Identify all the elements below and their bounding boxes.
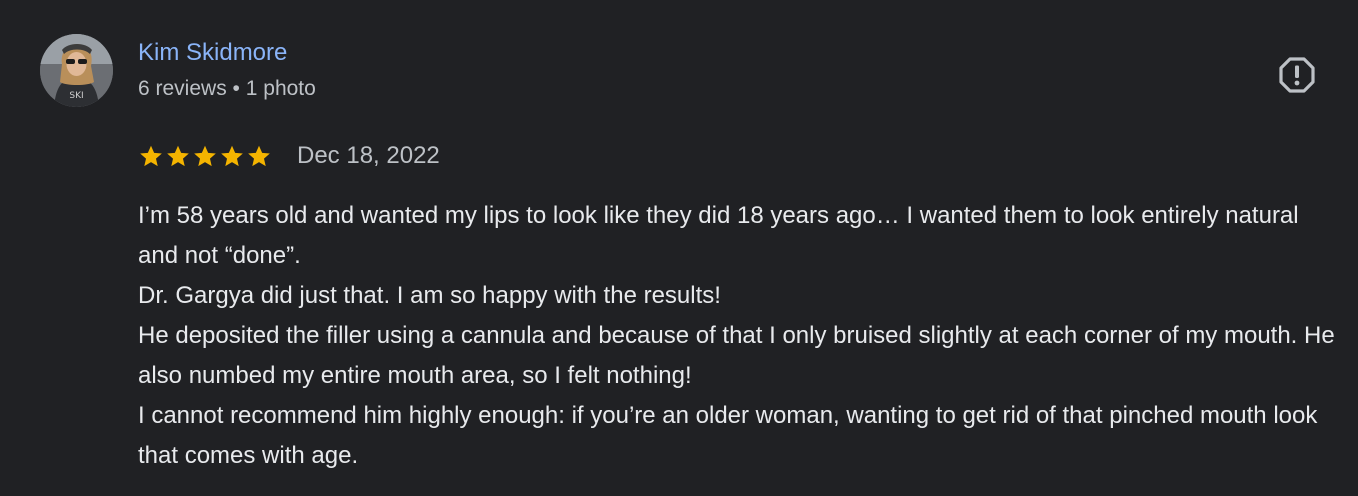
report-icon xyxy=(1279,57,1315,93)
author-name-link[interactable]: Kim Skidmore xyxy=(138,38,287,68)
star-rating xyxy=(138,143,273,169)
author-avatar[interactable]: SKI xyxy=(40,34,113,107)
review-paragraph: Dr. Gargya did just that. I am so happy … xyxy=(138,282,721,309)
star-icon xyxy=(194,145,216,167)
rating-row: Dec 18, 2022 xyxy=(138,140,440,172)
meta-separator: • xyxy=(232,77,240,100)
report-review-button[interactable] xyxy=(1278,56,1316,94)
avatar-photo: SKI xyxy=(40,34,113,107)
review-card: SKI Kim Skidmore 6 reviews • 1 photo Dec… xyxy=(0,0,1358,496)
author-meta: 6 reviews • 1 photo xyxy=(138,75,316,103)
star-icon xyxy=(248,145,270,167)
svg-text:SKI: SKI xyxy=(69,91,83,101)
photos-count[interactable]: 1 photo xyxy=(246,77,316,100)
star-icon xyxy=(167,145,189,167)
review-paragraph: I’m 58 years old and wanted my lips to l… xyxy=(138,202,1299,269)
star-icon xyxy=(140,145,162,167)
review-text: I’m 58 years old and wanted my lips to l… xyxy=(138,196,1338,476)
review-date: Dec 18, 2022 xyxy=(297,142,440,169)
review-paragraph: I cannot recommend him highly enough: if… xyxy=(138,402,1318,469)
review-paragraph: He deposited the filler using a cannula … xyxy=(138,322,1335,389)
star-icon xyxy=(221,145,243,167)
reviews-count: 6 reviews xyxy=(138,77,227,100)
